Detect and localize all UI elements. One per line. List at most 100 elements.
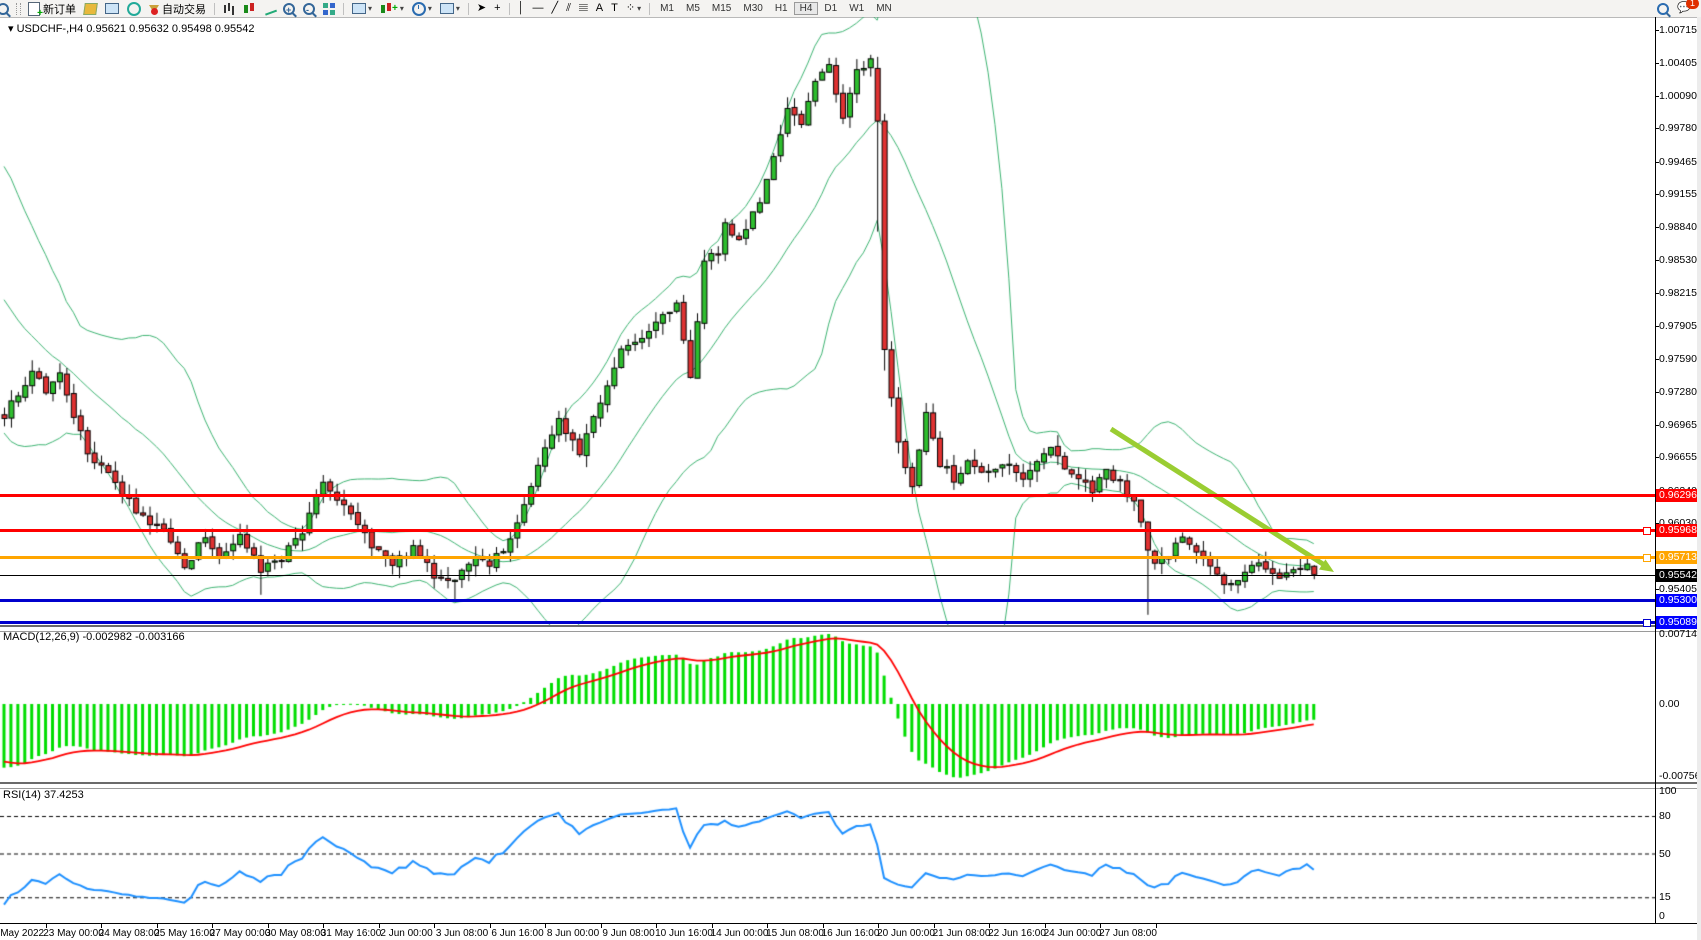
time-axis-label: 20 Jun 00:00 <box>877 928 935 939</box>
trendline-button[interactable]: ╱ <box>548 1 561 16</box>
text-label-button[interactable]: T <box>608 1 621 16</box>
line-handle[interactable] <box>1643 619 1651 627</box>
price-line-label: 0.95713 <box>1656 551 1700 564</box>
rsi-axis-value: 0 <box>1659 910 1665 922</box>
rsi-label: RSI(14) 37.4253 <box>3 789 84 801</box>
text-tool-button[interactable]: A <box>593 1 606 16</box>
candlestick-button[interactable] <box>240 1 258 16</box>
time-axis-label: 24 Jun 00:00 <box>1044 928 1102 939</box>
zoom-out-icon: - <box>303 3 315 15</box>
macd-canvas[interactable] <box>0 628 1655 781</box>
time-axis-label: 10 Jun 16:00 <box>655 928 713 939</box>
arrows-icon: ⁘ <box>626 2 635 15</box>
stop-dot-icon <box>151 8 158 15</box>
chevron-down-icon: ▾ <box>368 4 372 13</box>
time-axis-label: 24 May 08:00 <box>99 928 160 939</box>
candlestick-icon <box>243 3 255 15</box>
horizontal-line-button[interactable]: — <box>529 1 546 16</box>
vertical-line-button[interactable]: │ <box>515 1 528 16</box>
toolbar-search-button[interactable] <box>1654 1 1672 16</box>
indicators-icon <box>380 3 392 15</box>
price-axis-value: 0.97905 <box>1659 320 1697 332</box>
timeframe-m1[interactable]: M1 <box>654 2 680 15</box>
price-axis-value: 0.96965 <box>1659 419 1697 431</box>
timeframe-w1[interactable]: W1 <box>843 2 870 15</box>
time-axis-label: 8 Jun 00:00 <box>547 928 599 939</box>
horizontal-line-icon: — <box>532 2 543 15</box>
templates-button[interactable]: ▾ <box>437 1 463 16</box>
timeframe-h4[interactable]: H4 <box>794 2 819 15</box>
chevron-down-icon: ▾ <box>400 4 404 13</box>
time-axis-label: 22 Jun 16:00 <box>988 928 1046 939</box>
tile-windows-button[interactable] <box>320 1 338 16</box>
periods-button[interactable]: ▾ <box>409 1 435 16</box>
timeframe-d1[interactable]: D1 <box>818 2 843 15</box>
hline-0.95542[interactable] <box>0 575 1655 576</box>
bar-chart-button[interactable] <box>220 1 238 16</box>
timeframe-h1[interactable]: H1 <box>769 2 794 15</box>
new-order-label: 新订单 <box>43 1 76 17</box>
fibonacci-button[interactable]: 𝄙 <box>576 1 591 16</box>
auto-trading-icon <box>149 5 159 13</box>
tile-windows-icon <box>323 3 335 15</box>
time-axis-label: 14 Jun 00:00 <box>711 928 769 939</box>
new-order-button[interactable]: + 新订单 <box>25 1 79 16</box>
timeframe-m5[interactable]: M5 <box>680 2 706 15</box>
new-order-icon: + <box>28 2 40 16</box>
price-axis-border <box>1655 17 1656 923</box>
new-chart-window-button[interactable] <box>102 1 122 16</box>
monitor-icon <box>105 3 119 14</box>
zoom-out-button[interactable]: - <box>300 1 318 16</box>
collapse-triangle-icon[interactable]: ▾ <box>8 23 14 35</box>
zoom-in-button[interactable]: + <box>280 1 298 16</box>
timeframe-mn[interactable]: MN <box>870 2 898 15</box>
rsi-axis-value: 80 <box>1659 810 1671 822</box>
channel-button[interactable]: ⫽ <box>563 1 574 16</box>
signal-icon <box>127 2 141 16</box>
timeframe-m30[interactable]: M30 <box>737 2 768 15</box>
line-handle[interactable] <box>1643 554 1651 562</box>
price-axis-value: 1.00405 <box>1659 57 1697 69</box>
hline-0.95089[interactable] <box>0 621 1655 624</box>
hline-0.96296[interactable] <box>0 494 1655 497</box>
chevron-down-icon: ▾ <box>637 4 641 13</box>
rsi-axis-value: 15 <box>1659 891 1671 903</box>
indicators-button[interactable]: +▾ <box>377 1 407 16</box>
macd-label: MACD(12,26,9) -0.002982 -0.003166 <box>3 631 185 643</box>
paint-bucket-icon <box>83 3 98 15</box>
fibonacci-icon: 𝄙 <box>579 2 588 15</box>
separator <box>214 3 215 15</box>
price-axis-value: 1.00090 <box>1659 90 1697 102</box>
price-axis-value: 0.98215 <box>1659 287 1697 299</box>
price-chart-canvas[interactable] <box>0 17 1655 625</box>
vertical-line-icon: │ <box>518 2 525 15</box>
chart-title: ▾ USDCHF-,H4 0.95621 0.95632 0.95498 0.9… <box>8 22 255 35</box>
arrows-button[interactable]: ⁘▾ <box>623 1 644 16</box>
cursor-tool-button[interactable]: ➤ <box>474 1 489 16</box>
timeframe-m15[interactable]: M15 <box>706 2 737 15</box>
hline-0.95968[interactable] <box>0 529 1655 532</box>
auto-trading-label: 自动交易 <box>162 1 206 17</box>
macd-axis-value: -0.007561 <box>1659 770 1701 782</box>
separator <box>468 3 469 15</box>
search-icon-partial[interactable] <box>0 1 12 16</box>
time-axis-tick <box>434 924 435 928</box>
signals-button[interactable] <box>124 1 144 16</box>
time-axis-tick <box>545 924 546 928</box>
new-chart-button[interactable]: ▾ <box>349 1 375 16</box>
zoom-in-icon: + <box>283 3 295 15</box>
chart-styles-button[interactable] <box>81 1 100 16</box>
clock-icon <box>412 2 426 16</box>
rsi-axis-value: 50 <box>1659 848 1671 860</box>
line-chart-button[interactable] <box>260 1 278 16</box>
chart-ohlc-values: 0.95621 0.95632 0.95498 0.95542 <box>86 23 254 35</box>
crosshair-tool-button[interactable]: + <box>491 1 503 16</box>
auto-trading-button[interactable]: 自动交易 <box>146 1 209 16</box>
hline-0.95300[interactable] <box>0 599 1655 602</box>
rsi-canvas[interactable] <box>0 785 1655 923</box>
separator <box>343 3 344 15</box>
price-line-label: 0.95968 <box>1656 524 1700 537</box>
notifications-button[interactable]: 💬 1 <box>1674 1 1694 16</box>
line-handle[interactable] <box>1643 527 1651 535</box>
hline-0.95713[interactable] <box>0 556 1655 559</box>
